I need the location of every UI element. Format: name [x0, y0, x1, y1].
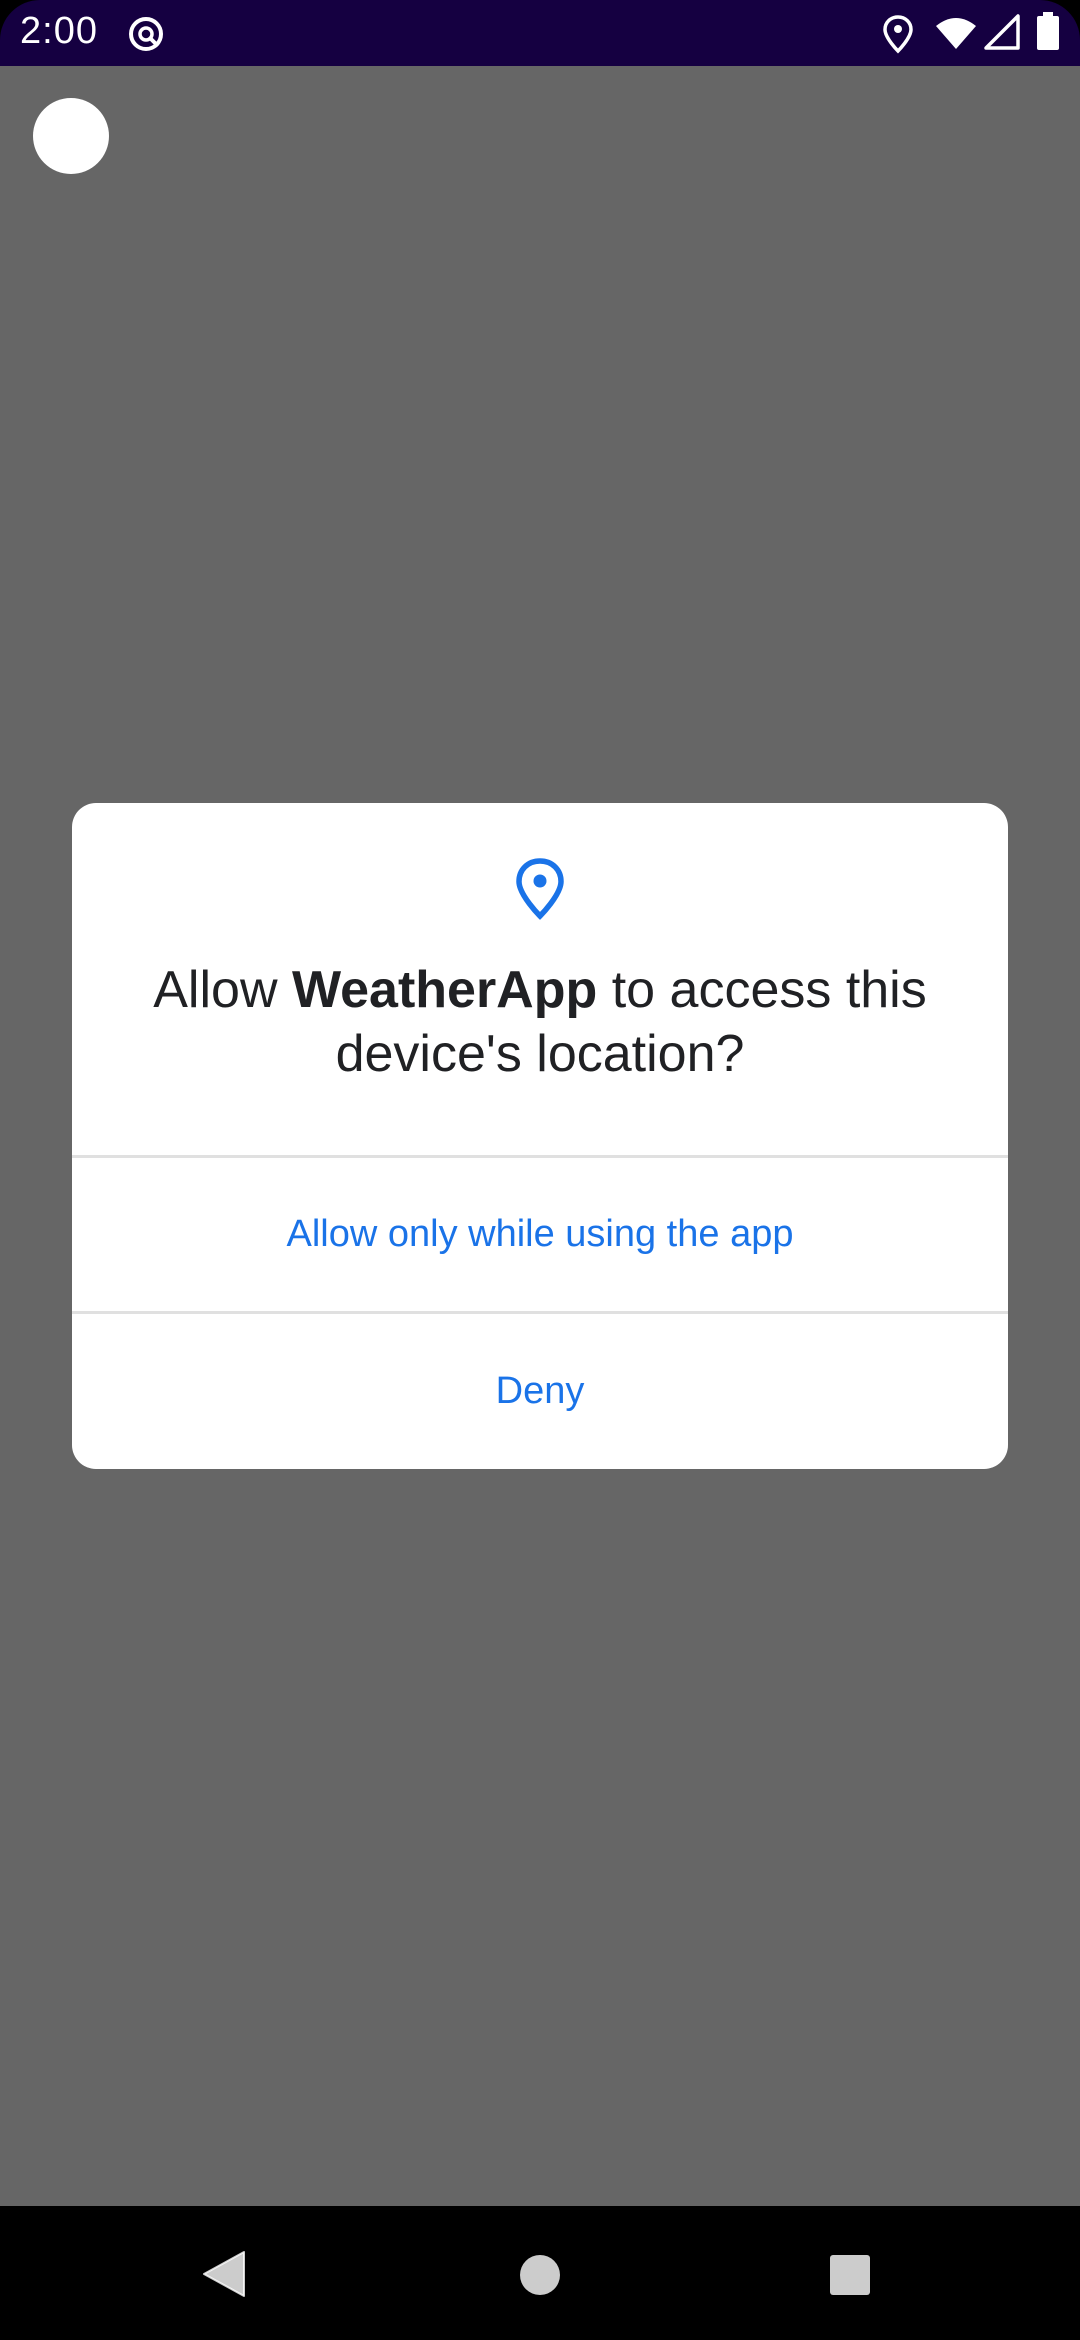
status-bar: 2:00 — [0, 0, 1080, 66]
sync-icon — [126, 14, 166, 59]
wifi-icon — [934, 16, 978, 55]
location-pin-icon — [510, 856, 570, 920]
phone-screen: 2:00 Allow WeatherApp to access this dev… — [0, 0, 1080, 2340]
back-icon[interactable] — [196, 2246, 252, 2307]
navigation-bar — [0, 2206, 1080, 2340]
title-prefix: Allow — [153, 961, 292, 1019]
battery-icon — [1036, 12, 1060, 57]
status-time: 2:00 — [20, 10, 98, 52]
touch-indicator — [33, 98, 109, 174]
location-icon — [882, 14, 914, 59]
recents-icon[interactable] — [829, 2254, 871, 2301]
home-icon[interactable] — [519, 2254, 561, 2301]
allow-while-using-button[interactable]: Allow only while using the app — [72, 1158, 1008, 1311]
app-name: WeatherApp — [291, 961, 598, 1019]
permission-dialog: Allow WeatherApp to access this device's… — [72, 803, 1008, 1469]
deny-button[interactable]: Deny — [72, 1314, 1008, 1469]
dialog-title: Allow WeatherApp to access this device's… — [112, 958, 968, 1086]
signal-icon — [984, 14, 1020, 55]
